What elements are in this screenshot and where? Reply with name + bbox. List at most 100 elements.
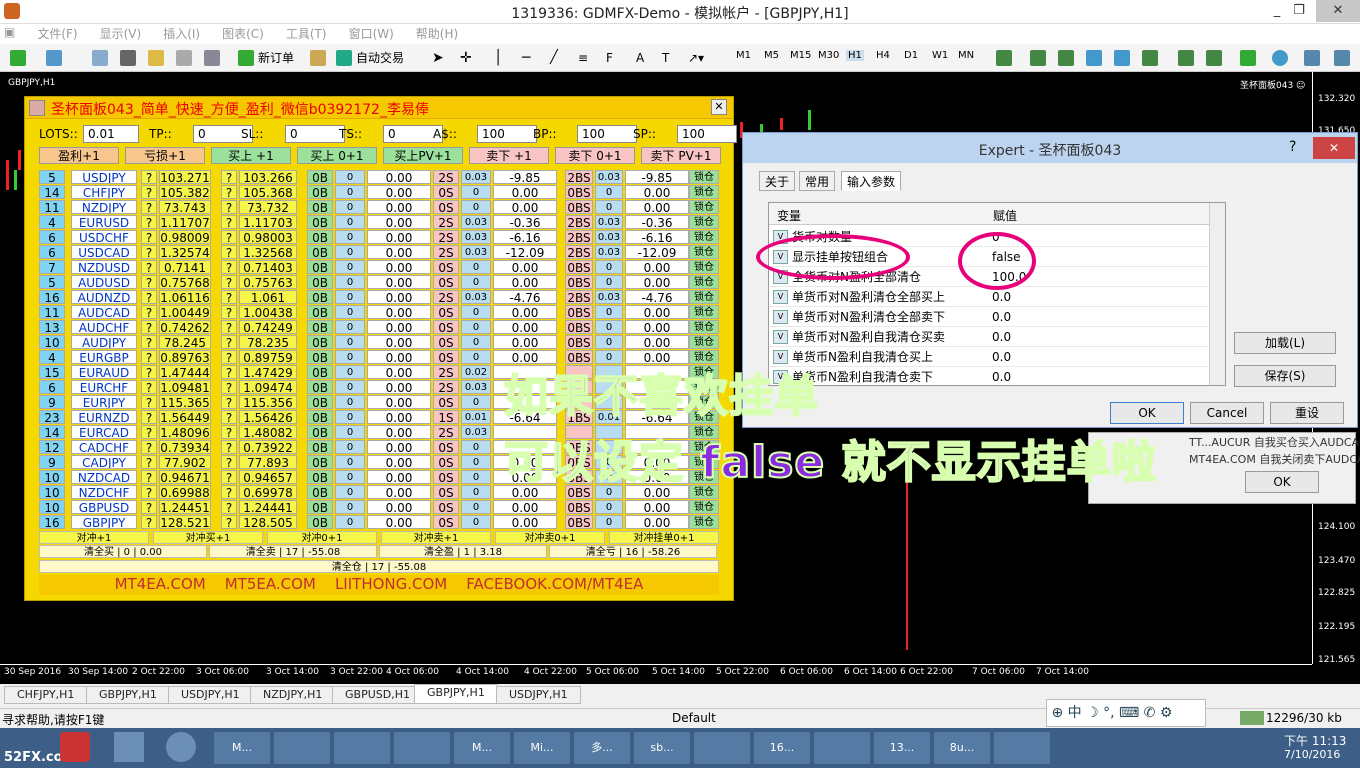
hedge-button[interactable]: 对冲挂单0+1 [609,531,719,544]
chart-shift-icon[interactable] [1178,50,1194,66]
param-row[interactable]: V 单货币对N盈利清仓全部卖下 0.0 [770,307,1208,327]
ime-toolbar[interactable]: ⊕ 中 ☽ °, ⌨ ✆ ⚙ [1046,699,1206,727]
tf-h4[interactable]: H4 [876,50,890,61]
lock-button[interactable]: 锁仓 [689,185,719,199]
tile-windows-icon[interactable] [1142,50,1158,66]
query-button[interactable]: ? [221,515,237,529]
lock-button[interactable]: 锁仓 [689,320,719,334]
label-icon[interactable]: T [662,48,669,68]
cursor-icon[interactable]: ➤ [432,48,444,68]
query-button[interactable]: ? [141,305,157,319]
trade-button[interactable]: 卖下 0+1 [555,147,635,164]
cancel-button[interactable]: Cancel [1190,402,1264,424]
taskbar-item[interactable]: 8u... [934,732,990,764]
panel-close-icon[interactable]: ✕ [711,99,727,115]
help-button[interactable]: ? [1289,139,1296,155]
computer-icon[interactable] [114,732,144,762]
query-button[interactable]: ? [221,410,237,424]
tab-inputs[interactable]: 输入参数 [841,171,902,191]
taskbar-item[interactable] [334,732,390,764]
hedge-button[interactable]: 对冲卖0+1 [495,531,605,544]
autoscroll-icon[interactable] [1206,50,1222,66]
hedge-button[interactable]: 对冲0+1 [267,531,377,544]
tf-w1[interactable]: W1 [932,50,948,61]
lock-button[interactable]: 锁仓 [689,290,719,304]
background-ok-button[interactable]: OK [1245,471,1319,493]
close-button[interactable]: 清全卖 | 17 | -55.08 [209,545,377,558]
zoom-in-icon[interactable] [1086,50,1102,66]
search-icon[interactable] [166,732,196,762]
arrows-icon[interactable]: ↗▾ [688,48,704,68]
query-button[interactable]: ? [141,470,157,484]
param-row[interactable]: V 单货币对N盈利自我清仓买卖 0.0 [770,327,1208,347]
ok-button[interactable]: OK [1110,402,1184,424]
hedge-button[interactable]: 对冲买+1 [153,531,263,544]
query-button[interactable]: ? [221,380,237,394]
close-all-button[interactable]: 清全仓 | 17 | -55.08 [39,560,719,573]
vertical-line-icon[interactable]: │ [494,48,502,68]
line-chart-icon[interactable] [1058,50,1074,66]
options-icon[interactable] [1334,50,1350,66]
param-row[interactable]: V 单货币N盈利自我清仓卖下 0.0 [770,367,1208,387]
query-button[interactable]: ? [141,380,157,394]
channel-icon[interactable]: ≡ [578,48,588,68]
query-button[interactable]: ? [141,335,157,349]
query-button[interactable]: ? [221,470,237,484]
menu-tools[interactable]: 工具(T) [275,24,338,43]
tf-mn[interactable]: MN [958,50,974,61]
query-button[interactable]: ? [221,365,237,379]
taskbar-item[interactable] [694,732,750,764]
query-button[interactable]: ? [141,260,157,274]
query-button[interactable]: ? [141,395,157,409]
query-button[interactable]: ? [141,290,157,304]
param-value[interactable]: 0.0 [992,307,1011,327]
menu-window[interactable]: 窗口(W) [338,24,405,43]
trade-button[interactable]: 盈利+1 [39,147,119,164]
taskbar-item[interactable]: 13... [874,732,930,764]
chart-tab[interactable]: GBPJPY,H1 [414,684,498,704]
data-window-icon[interactable] [120,50,136,66]
query-button[interactable]: ? [141,275,157,289]
param-row[interactable]: V 单货币N盈利自我清仓买上 0.0 [770,347,1208,367]
query-button[interactable]: ? [221,200,237,214]
menu-help[interactable]: 帮助(H) [405,24,469,43]
query-button[interactable]: ? [141,245,157,259]
lock-button[interactable]: 锁仓 [689,305,719,319]
chart-tab[interactable]: GBPUSD,H1 [332,686,423,704]
query-button[interactable]: ? [141,455,157,469]
param-value[interactable]: 0.0 [992,287,1011,307]
query-button[interactable]: ? [141,515,157,529]
param-input[interactable]: 0 [285,125,345,143]
param-input[interactable]: 100 [677,125,737,143]
tf-m5[interactable]: M5 [764,50,779,61]
lock-button[interactable]: 锁仓 [689,500,719,514]
tf-m15[interactable]: M15 [790,50,811,61]
query-button[interactable]: ? [221,185,237,199]
query-button[interactable]: ? [141,200,157,214]
trade-button[interactable]: 卖下 PV+1 [641,147,721,164]
query-button[interactable]: ? [221,245,237,259]
close-button[interactable]: ✕ [1316,0,1360,22]
crosshair-icon[interactable]: ✛ [460,48,472,68]
lock-button[interactable]: 锁仓 [689,170,719,184]
load-button[interactable]: 加载(L) [1234,332,1336,354]
query-button[interactable]: ? [221,275,237,289]
menu-charts[interactable]: 图表(C) [211,24,275,43]
query-button[interactable]: ? [221,395,237,409]
menu-insert[interactable]: 插入(I) [152,24,211,43]
param-input[interactable]: 100 [477,125,537,143]
menu-view[interactable]: 显示(V) [89,24,153,43]
menu-file[interactable]: 文件(F) [26,24,88,43]
profiles-icon[interactable] [46,50,62,66]
navigator-icon[interactable] [148,50,164,66]
param-input[interactable]: 0.01 [83,125,139,143]
indicators-icon[interactable] [1240,50,1256,66]
query-button[interactable]: ? [141,440,157,454]
search-icon[interactable] [1304,50,1320,66]
horizontal-line-icon[interactable]: ─ [522,48,530,68]
lock-button[interactable]: 锁仓 [689,230,719,244]
trade-button[interactable]: 买上 +1 [211,147,291,164]
query-button[interactable]: ? [221,260,237,274]
close-button[interactable]: 清全买 | 0 | 0.00 [39,545,207,558]
taskbar-item[interactable]: Mi... [514,732,570,764]
